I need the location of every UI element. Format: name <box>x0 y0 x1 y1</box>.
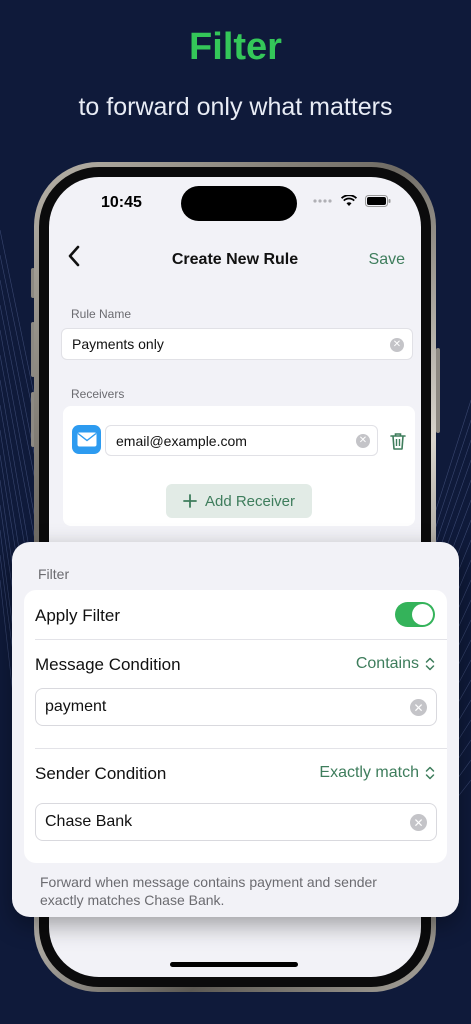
filter-sheet: Filter Apply Filter Message Condition Co… <box>12 542 459 917</box>
clear-icon[interactable]: ✕ <box>410 814 427 831</box>
message-condition-field[interactable]: payment ✕ <box>35 688 437 726</box>
sender-condition-field[interactable]: Chase Bank ✕ <box>35 803 437 841</box>
toggle-knob <box>412 604 433 625</box>
status-time: 10:45 <box>101 194 142 211</box>
hero-title: Filter <box>189 26 282 68</box>
message-condition-mode: Contains <box>355 655 419 672</box>
sender-condition-mode: Exactly match <box>319 764 419 781</box>
wifi-icon <box>341 195 357 206</box>
clear-icon[interactable]: ✕ <box>356 434 370 448</box>
message-condition-select[interactable]: Contains <box>356 655 435 673</box>
apply-filter-toggle[interactable] <box>395 602 435 627</box>
plus-icon <box>183 494 197 508</box>
mail-icon <box>72 425 101 454</box>
rule-name-label: Rule Name <box>71 307 132 321</box>
chevron-up-down-icon <box>425 657 435 671</box>
receiver-email-value: email@example.com <box>116 432 247 449</box>
signal-icon <box>313 199 332 203</box>
rule-name-value: Payments only <box>72 336 164 352</box>
message-condition-value: payment <box>45 698 107 715</box>
receivers-card: email@example.com ✕ Add Receiver <box>63 406 415 526</box>
divider <box>35 748 447 749</box>
divider <box>35 639 447 640</box>
trash-icon[interactable] <box>390 432 406 450</box>
phone-power-button <box>436 348 440 433</box>
status-icons <box>313 195 391 207</box>
message-condition-label: Message Condition <box>35 655 181 674</box>
filter-section-label: Filter <box>38 566 70 582</box>
nav-bar: Create New Rule Save <box>49 237 421 277</box>
chevron-up-down-icon <box>425 766 435 780</box>
sender-condition-select[interactable]: Exactly match <box>319 764 435 782</box>
dynamic-island <box>181 186 297 221</box>
filter-summary-text: Forward when message contains payment an… <box>40 874 377 908</box>
sender-condition-value: Chase Bank <box>45 813 133 830</box>
save-button[interactable]: Save <box>369 251 405 269</box>
battery-icon <box>365 195 391 207</box>
receiver-email-field[interactable]: email@example.com ✕ <box>105 425 378 456</box>
sender-condition-label: Sender Condition <box>35 764 167 783</box>
add-receiver-label: Add Receiver <box>204 492 296 510</box>
clear-icon[interactable]: ✕ <box>390 338 404 352</box>
rule-name-field[interactable]: Payments only ✕ <box>61 328 413 360</box>
home-indicator <box>170 962 298 967</box>
receivers-label: Receivers <box>71 387 125 401</box>
hero-subtitle: to forward only what matters <box>78 93 393 121</box>
status-bar: 10:45 <box>49 177 421 227</box>
page-title: Create New Rule <box>171 251 299 268</box>
apply-filter-label: Apply Filter <box>35 606 121 625</box>
filter-card: Apply Filter Message Condition Contains … <box>24 590 447 863</box>
add-receiver-button[interactable]: Add Receiver <box>166 484 312 518</box>
clear-icon[interactable]: ✕ <box>410 699 427 716</box>
